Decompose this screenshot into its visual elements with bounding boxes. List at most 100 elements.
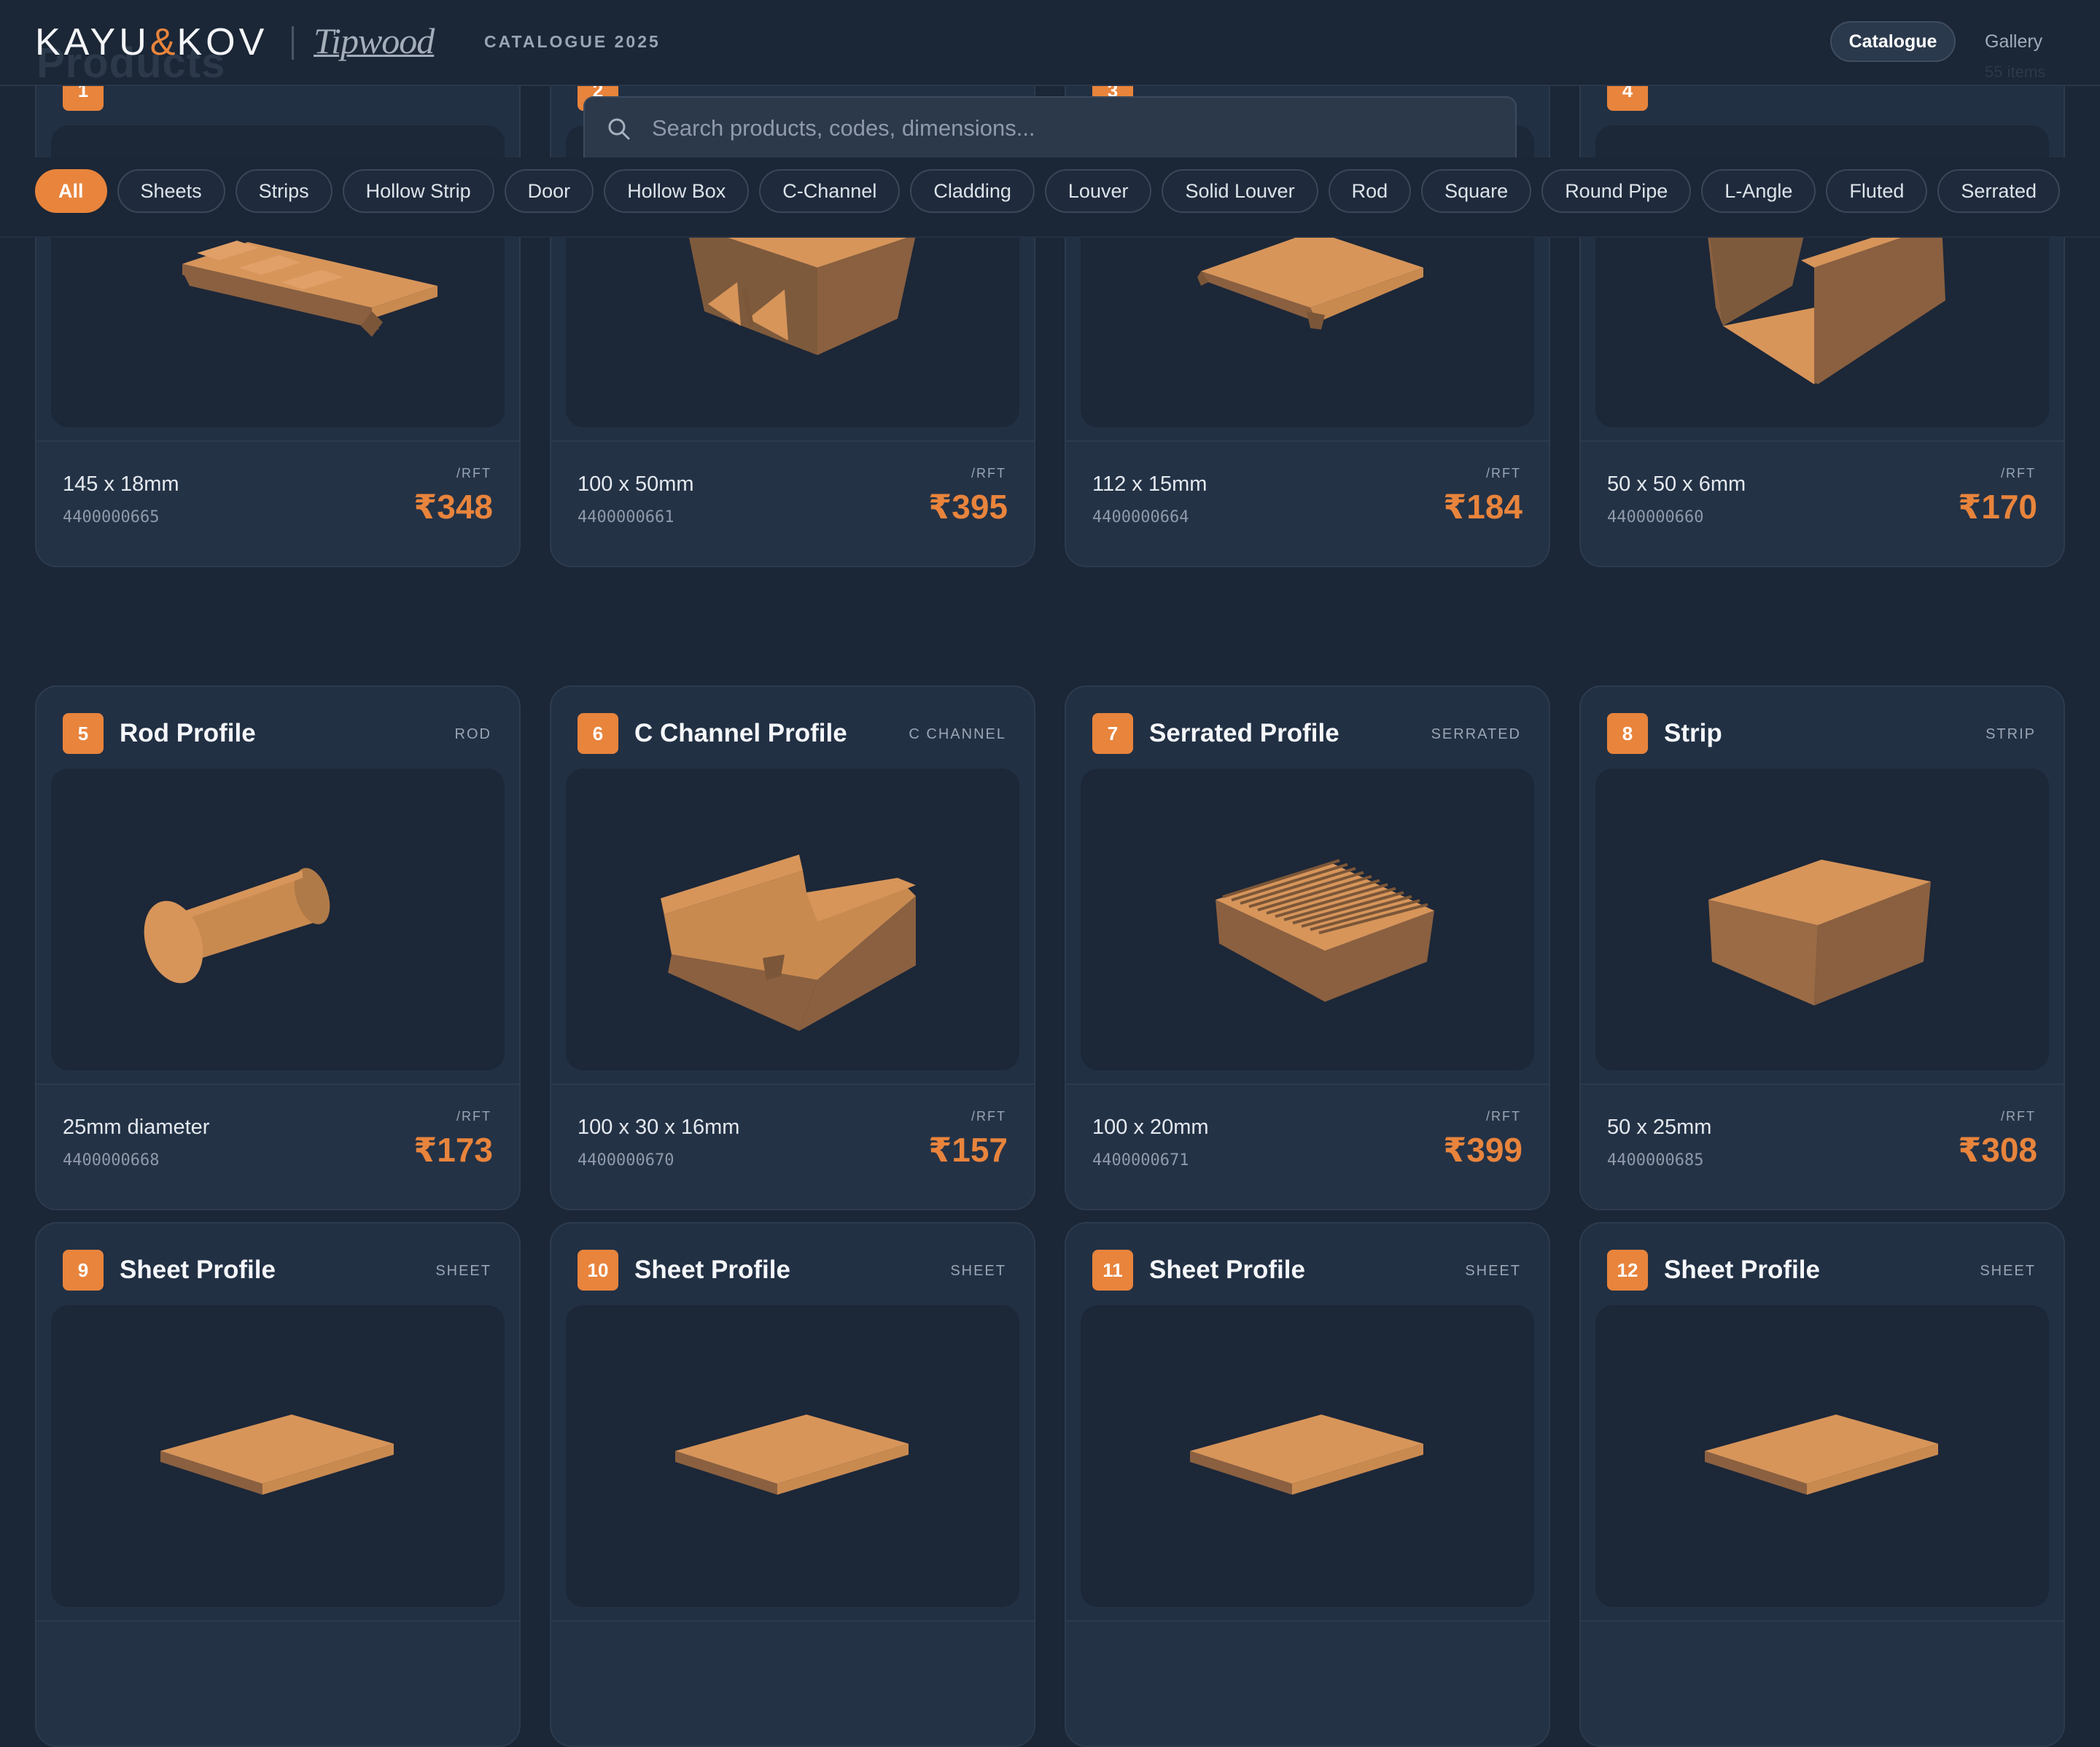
product-code: 4400000664 bbox=[1092, 508, 1189, 526]
product-image[interactable] bbox=[566, 769, 1019, 1070]
product-dimensions: 50 x 25mm bbox=[1607, 1116, 1712, 1139]
search-input[interactable] bbox=[650, 109, 1499, 147]
product-code: 4400000660 bbox=[1607, 508, 1704, 526]
filter-chip-square[interactable]: Square bbox=[1421, 169, 1532, 213]
product-price: ₹348 bbox=[413, 488, 493, 526]
product-3d-render bbox=[144, 868, 330, 984]
card-footer bbox=[1581, 1620, 2064, 1746]
filter-chip-strips[interactable]: Strips bbox=[235, 169, 332, 213]
price-unit: /RFT bbox=[2001, 1109, 2036, 1124]
product-image[interactable] bbox=[1595, 769, 2049, 1070]
product-code: 4400000685 bbox=[1607, 1151, 1704, 1170]
card-header: 6 C Channel Profile C CHANNEL bbox=[551, 687, 1034, 773]
filter-chip-louver[interactable]: Louver bbox=[1044, 169, 1152, 213]
filter-chip-l-angle[interactable]: L-Angle bbox=[1701, 169, 1816, 213]
price-unit: /RFT bbox=[1486, 1109, 1521, 1124]
product-dimensions: 145 x 18mm bbox=[63, 472, 179, 496]
product-card[interactable]: 9 Sheet Profile SHEET bbox=[35, 1222, 521, 1747]
product-number-badge: 5 bbox=[63, 713, 104, 754]
nav-gallery-tab[interactable]: Gallery bbox=[1985, 29, 2042, 54]
product-title: Serrated Profile bbox=[1149, 719, 1339, 747]
search-bar bbox=[583, 96, 1517, 157]
product-code: 4400000671 bbox=[1092, 1151, 1189, 1170]
filter-bar: All Sheets Strips Hollow Strip Door Hollow Bo… bbox=[0, 157, 2100, 238]
filter-chip-c-channel[interactable]: C-Channel bbox=[759, 169, 901, 213]
secondary-brand-logo[interactable]: Tipwood bbox=[314, 19, 435, 63]
card-header: 11 Sheet Profile SHEET bbox=[1066, 1223, 1549, 1310]
filter-chip-fluted[interactable]: Fluted bbox=[1826, 169, 1928, 213]
top-header: Products KAYU&KOV Tipwood CATALOGUE 2025… bbox=[0, 0, 2100, 86]
product-code: 4400000665 bbox=[63, 508, 160, 526]
filter-chip-hollow-strip[interactable]: Hollow Strip bbox=[342, 169, 494, 213]
filter-chip-all[interactable]: All bbox=[35, 169, 107, 213]
filter-chip-rod[interactable]: Rod bbox=[1328, 169, 1412, 213]
product-3d-render bbox=[1216, 859, 1434, 1002]
filter-chip-serrated[interactable]: Serrated bbox=[1937, 169, 2060, 213]
brand-ampersand: & bbox=[149, 21, 177, 63]
product-dimensions: 100 x 20mm bbox=[1092, 1116, 1209, 1139]
card-header: 12 Sheet Profile SHEET bbox=[1581, 1223, 2064, 1310]
card-footer: 25mm diameter 4400000668 /RFT ₹173 bbox=[36, 1083, 519, 1209]
price-unit: /RFT bbox=[456, 466, 491, 480]
product-card[interactable]: 7 Serrated Profile SERRATED 100 x 20mm 4… bbox=[1065, 685, 1550, 1210]
product-price: ₹395 bbox=[928, 488, 1008, 526]
product-title: Sheet Profile bbox=[120, 1256, 276, 1284]
product-price: ₹399 bbox=[1443, 1131, 1522, 1169]
card-header: 8 Strip STRIP bbox=[1581, 687, 2064, 773]
card-footer bbox=[1066, 1620, 1549, 1746]
product-number-badge: 10 bbox=[578, 1250, 618, 1291]
card-header: 7 Serrated Profile SERRATED bbox=[1066, 687, 1549, 773]
card-footer: 50 x 25mm 4400000685 /RFT ₹308 bbox=[1581, 1083, 2064, 1209]
product-card[interactable]: 11 Sheet Profile SHEET bbox=[1065, 1222, 1550, 1747]
product-code: 4400000670 bbox=[578, 1151, 674, 1170]
product-number-badge: 11 bbox=[1092, 1250, 1133, 1291]
price-unit: /RFT bbox=[971, 1109, 1006, 1124]
product-price: ₹173 bbox=[413, 1131, 493, 1169]
product-image[interactable] bbox=[51, 1305, 505, 1607]
product-title: Sheet Profile bbox=[1664, 1256, 1820, 1284]
filter-chip-list: All Sheets Strips Hollow Strip Door Hollow Bo… bbox=[35, 169, 2060, 213]
product-image[interactable] bbox=[1595, 1305, 2049, 1607]
price-unit: /RFT bbox=[971, 466, 1006, 480]
filter-chip-solid-louver[interactable]: Solid Louver bbox=[1162, 169, 1318, 213]
nav-catalogue-tab[interactable]: Catalogue bbox=[1830, 21, 1956, 62]
brand-logo[interactable]: KAYU&KOV bbox=[35, 19, 268, 66]
product-number-badge: 12 bbox=[1607, 1250, 1648, 1291]
price-unit: /RFT bbox=[2001, 466, 2036, 480]
brand-name-left: KAYU bbox=[35, 21, 150, 63]
filter-chip-sheets[interactable]: Sheets bbox=[117, 169, 225, 213]
card-header: 5 Rod Profile ROD bbox=[36, 687, 519, 773]
product-card[interactable]: 4 50 x 50 x 6mm 4400000660 /RFT ₹170 bbox=[1579, 42, 2065, 567]
product-category-tag: SHEET bbox=[1980, 1263, 2036, 1279]
product-category-tag: SHEET bbox=[1465, 1263, 1521, 1279]
product-image[interactable] bbox=[51, 769, 505, 1070]
product-image[interactable] bbox=[1081, 1305, 1534, 1607]
card-header: 9 Sheet Profile SHEET bbox=[36, 1223, 519, 1310]
product-category-tag: SHEET bbox=[950, 1263, 1006, 1279]
product-category-tag: SERRATED bbox=[1431, 726, 1521, 742]
card-footer: 50 x 50 x 6mm 4400000660 /RFT ₹170 bbox=[1581, 440, 2064, 566]
card-footer: 112 x 15mm 4400000664 /RFT ₹184 bbox=[1066, 440, 1549, 566]
product-card[interactable]: 1 145 x 18mm 4400000665 /RFT ₹348 bbox=[35, 42, 521, 567]
product-image[interactable] bbox=[566, 1305, 1019, 1607]
filter-chip-cladding[interactable]: Cladding bbox=[910, 169, 1035, 213]
product-dimensions: 112 x 15mm bbox=[1092, 472, 1208, 496]
filter-chip-door[interactable]: Door bbox=[504, 169, 594, 213]
product-3d-render bbox=[160, 1415, 394, 1495]
product-3d-render bbox=[661, 855, 916, 1031]
product-3d-render bbox=[675, 1415, 909, 1495]
product-card[interactable]: 12 Sheet Profile SHEET bbox=[1579, 1222, 2065, 1747]
product-card[interactable]: 6 C Channel Profile C CHANNEL 100 x 30 x… bbox=[550, 685, 1035, 1210]
filter-chip-round-pipe[interactable]: Round Pipe bbox=[1541, 169, 1692, 213]
product-3d-render bbox=[1190, 1415, 1423, 1495]
card-footer: 145 x 18mm 4400000665 /RFT ₹348 bbox=[36, 440, 519, 566]
product-card[interactable]: 10 Sheet Profile SHEET bbox=[550, 1222, 1035, 1747]
product-image[interactable] bbox=[1081, 769, 1534, 1070]
product-card[interactable]: 8 Strip STRIP 50 x 25mm 4400000685 /RFT … bbox=[1579, 685, 2065, 1210]
product-card[interactable]: 5 Rod Profile ROD 25mm diameter 44000006… bbox=[35, 685, 521, 1210]
filter-chip-hollow-box[interactable]: Hollow Box bbox=[604, 169, 750, 213]
product-dimensions: 50 x 50 x 6mm bbox=[1607, 472, 1746, 496]
brand-name-right: KOV bbox=[176, 21, 268, 63]
product-title: Sheet Profile bbox=[1149, 1256, 1305, 1284]
product-category-tag: C CHANNEL bbox=[909, 726, 1006, 742]
